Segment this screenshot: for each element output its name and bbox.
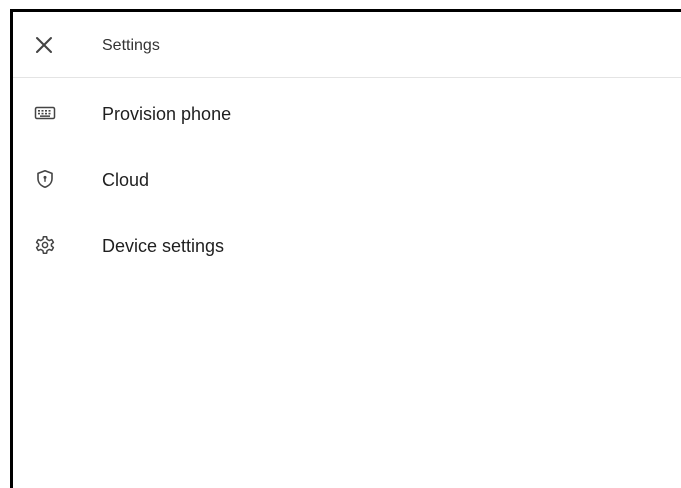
- gear-icon: [34, 235, 56, 255]
- menu-item-cloud[interactable]: Cloud: [13, 145, 681, 211]
- settings-menu: Provision phone Cloud Device settings: [13, 79, 681, 277]
- menu-item-label: Cloud: [102, 170, 150, 190]
- shield-icon: [34, 169, 56, 189]
- keyboard-icon: [34, 103, 56, 123]
- settings-panel: Settings Provision phone Cloud Device se…: [0, 0, 681, 488]
- menu-item-provision-phone[interactable]: Provision phone: [13, 79, 681, 145]
- menu-item-label: Device settings: [102, 236, 225, 256]
- close-button[interactable]: [33, 34, 55, 56]
- page-title: Settings: [102, 37, 160, 54]
- panel-header: Settings: [13, 12, 681, 78]
- close-icon: [36, 37, 52, 53]
- menu-item-label: Provision phone: [102, 104, 232, 124]
- menu-item-device-settings[interactable]: Device settings: [13, 211, 681, 277]
